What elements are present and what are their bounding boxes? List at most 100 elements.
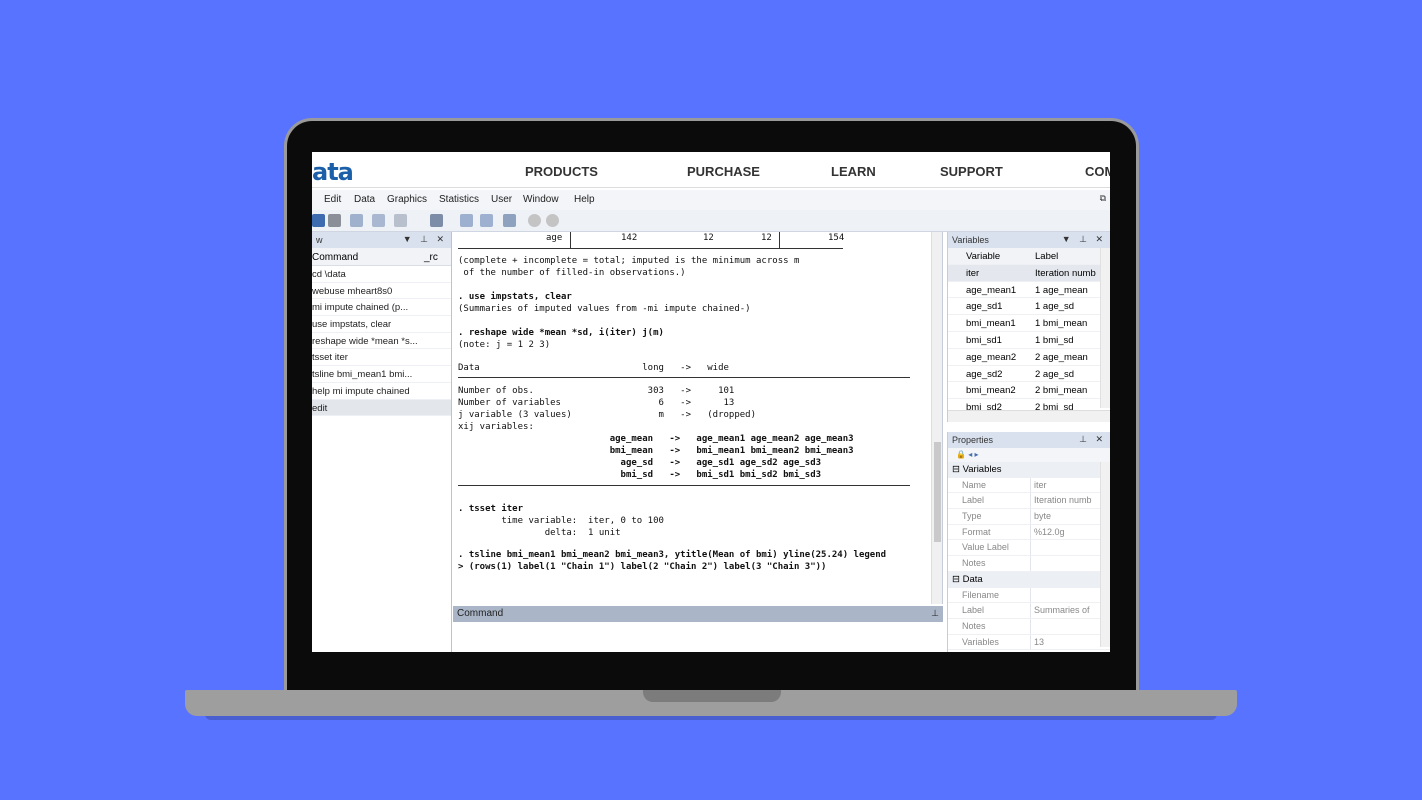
nav-purchase[interactable]: PURCHASE — [687, 164, 760, 179]
property-key: Name — [962, 479, 987, 490]
variables-col-variable[interactable]: Variable — [966, 251, 1000, 262]
screen: ata PRODUCTS PURCHASE LEARN SUPPORT COM … — [312, 152, 1110, 652]
log-icon[interactable] — [350, 214, 363, 227]
property-value: %12.0g — [1034, 526, 1065, 537]
history-item[interactable]: help mi impute chained — [312, 383, 451, 400]
pane-controls-icon[interactable]: ▼ ⊥ ✕ — [403, 234, 447, 245]
property-row[interactable]: Label Summaries of — [948, 603, 1110, 619]
menu-data[interactable]: Data — [354, 194, 375, 205]
variables-hscrollbar[interactable] — [948, 410, 1110, 422]
section-label: Data — [962, 573, 983, 585]
variables-manager-icon[interactable] — [503, 214, 516, 227]
variable-row[interactable]: bmi_mean1 1 bmi_mean — [948, 315, 1100, 332]
save-icon[interactable] — [312, 214, 325, 227]
history-item[interactable]: webuse mheart8s0 — [312, 283, 451, 300]
variable-label: 1 age_mean — [1035, 284, 1088, 296]
back-icon[interactable]: ◂ — [968, 450, 972, 459]
menu-help[interactable]: Help — [574, 194, 595, 205]
property-row[interactable]: Notes — [948, 556, 1110, 572]
property-row[interactable]: Name iter — [948, 477, 1110, 494]
results-row-value: 142 — [621, 233, 638, 243]
results-row-value: 12 — [761, 233, 772, 243]
variable-row[interactable]: age_sd1 1 age_sd — [948, 298, 1100, 316]
menu-statistics[interactable]: Statistics — [439, 194, 479, 205]
variable-row[interactable]: age_mean2 2 age_mean — [948, 349, 1100, 366]
data-browser-icon[interactable] — [480, 214, 493, 227]
variable-row[interactable]: iter Iteration numb — [948, 264, 1100, 282]
nav-company[interactable]: COM — [1085, 164, 1110, 179]
results-scrollbar[interactable] — [931, 232, 942, 604]
results-line: Number of obs. 303 -> 101 — [458, 386, 735, 396]
property-key: Variables — [962, 636, 999, 647]
forward-icon[interactable]: ▸ — [974, 450, 978, 459]
variable-row[interactable]: age_mean1 1 age_mean — [948, 282, 1100, 299]
pin-icon[interactable]: ⊥ — [931, 608, 939, 619]
properties-section-variables[interactable]: ⊟ Variables — [948, 462, 1110, 478]
section-label: Variables — [962, 464, 1002, 475]
variables-table: Variable Label iter Iteration numb age_me… — [948, 248, 1100, 416]
results-line: of the number of filled-in observations.… — [458, 268, 686, 278]
properties-title: Properties — [952, 435, 994, 445]
variable-row[interactable]: bmi_sd1 1 bmi_sd — [948, 332, 1100, 349]
variable-name: age_mean1 — [966, 284, 1017, 296]
lock-icon[interactable]: 🔒 — [956, 450, 966, 459]
history-item[interactable]: edit — [312, 399, 451, 417]
property-row[interactable]: Notes — [948, 618, 1110, 635]
graph-icon[interactable] — [394, 214, 407, 227]
history-col-command[interactable]: Command — [312, 252, 358, 263]
print-icon[interactable] — [328, 214, 341, 227]
variables-pane-title: Variables ▼ ⊥ ✕ — [948, 232, 1110, 248]
variables-title: Variables — [952, 235, 989, 245]
property-row[interactable]: Label Iteration numb — [948, 493, 1110, 510]
menu-edit[interactable]: Edit — [324, 194, 341, 205]
site-logo[interactable]: ata — [312, 158, 354, 186]
restore-window-icon[interactable]: ⧉ — [1100, 193, 1106, 204]
results-line: Data long -> wide — [458, 363, 729, 373]
results-command: . reshape wide *mean *sd, i(iter) j(m) — [458, 328, 664, 338]
variables-col-label[interactable]: Label — [1035, 251, 1100, 262]
history-header: Command _rc — [312, 248, 451, 266]
variable-name: bmi_sd1 — [966, 334, 1002, 346]
history-col-rc[interactable]: _rc — [424, 252, 438, 263]
pane-controls-icon[interactable]: ▼ ⊥ ✕ — [1062, 234, 1106, 245]
properties-vscrollbar[interactable] — [1100, 462, 1110, 647]
property-row[interactable]: Format %12.0g — [948, 524, 1110, 541]
nav-products[interactable]: PRODUCTS — [525, 164, 598, 179]
property-key: Value Label — [962, 542, 1009, 553]
properties-section-data[interactable]: ⊟ Data — [948, 571, 1110, 588]
history-item[interactable]: reshape wide *mean *s... — [312, 333, 451, 350]
results-line: age_mean -> age_mean1 age_mean2 age_mean… — [458, 434, 854, 444]
viewer-icon[interactable] — [372, 214, 385, 227]
variables-vscrollbar[interactable] — [1100, 248, 1110, 408]
variable-row[interactable]: age_sd2 2 age_sd — [948, 366, 1100, 383]
command-input[interactable] — [453, 622, 943, 652]
nav-learn[interactable]: LEARN — [831, 164, 876, 179]
property-row[interactable]: Value Label — [948, 540, 1110, 557]
results-line: time variable: iter, 0 to 100 — [458, 516, 664, 526]
variables-pane: Variables ▼ ⊥ ✕ Variable Label iter Itera… — [947, 232, 1110, 422]
results-row-value: 12 — [703, 233, 714, 243]
history-item[interactable]: mi impute chained (p... — [312, 299, 451, 317]
variable-name: age_mean2 — [966, 351, 1017, 363]
pane-controls-icon[interactable]: ⊥ ✕ — [1079, 434, 1106, 445]
property-row[interactable]: Variables 13 — [948, 634, 1110, 651]
history-item[interactable]: cd \data — [312, 266, 451, 283]
break-icon[interactable] — [546, 214, 559, 227]
more-icon[interactable] — [528, 214, 541, 227]
nav-support[interactable]: SUPPORT — [940, 164, 1003, 179]
history-item[interactable]: tsline bmi_mean1 bmi... — [312, 366, 451, 383]
properties-pane-title: Properties ⊥ ✕ — [948, 432, 1110, 448]
variable-row[interactable]: bmi_mean2 2 bmi_mean — [948, 382, 1100, 400]
history-item[interactable]: tsset iter — [312, 349, 451, 367]
results-scroll-thumb[interactable] — [934, 442, 941, 542]
menu-window[interactable]: Window — [523, 194, 559, 205]
property-row[interactable]: Filename — [948, 587, 1110, 604]
menu-user[interactable]: User — [491, 194, 512, 205]
property-key: Type — [962, 511, 982, 522]
property-row[interactable]: Type byte — [948, 509, 1110, 525]
menu-graphics[interactable]: Graphics — [387, 194, 427, 205]
do-file-editor-icon[interactable] — [430, 214, 443, 227]
variable-name: bmi_mean1 — [966, 318, 1016, 330]
data-editor-icon[interactable] — [460, 214, 473, 227]
history-item[interactable]: use impstats, clear — [312, 316, 451, 333]
